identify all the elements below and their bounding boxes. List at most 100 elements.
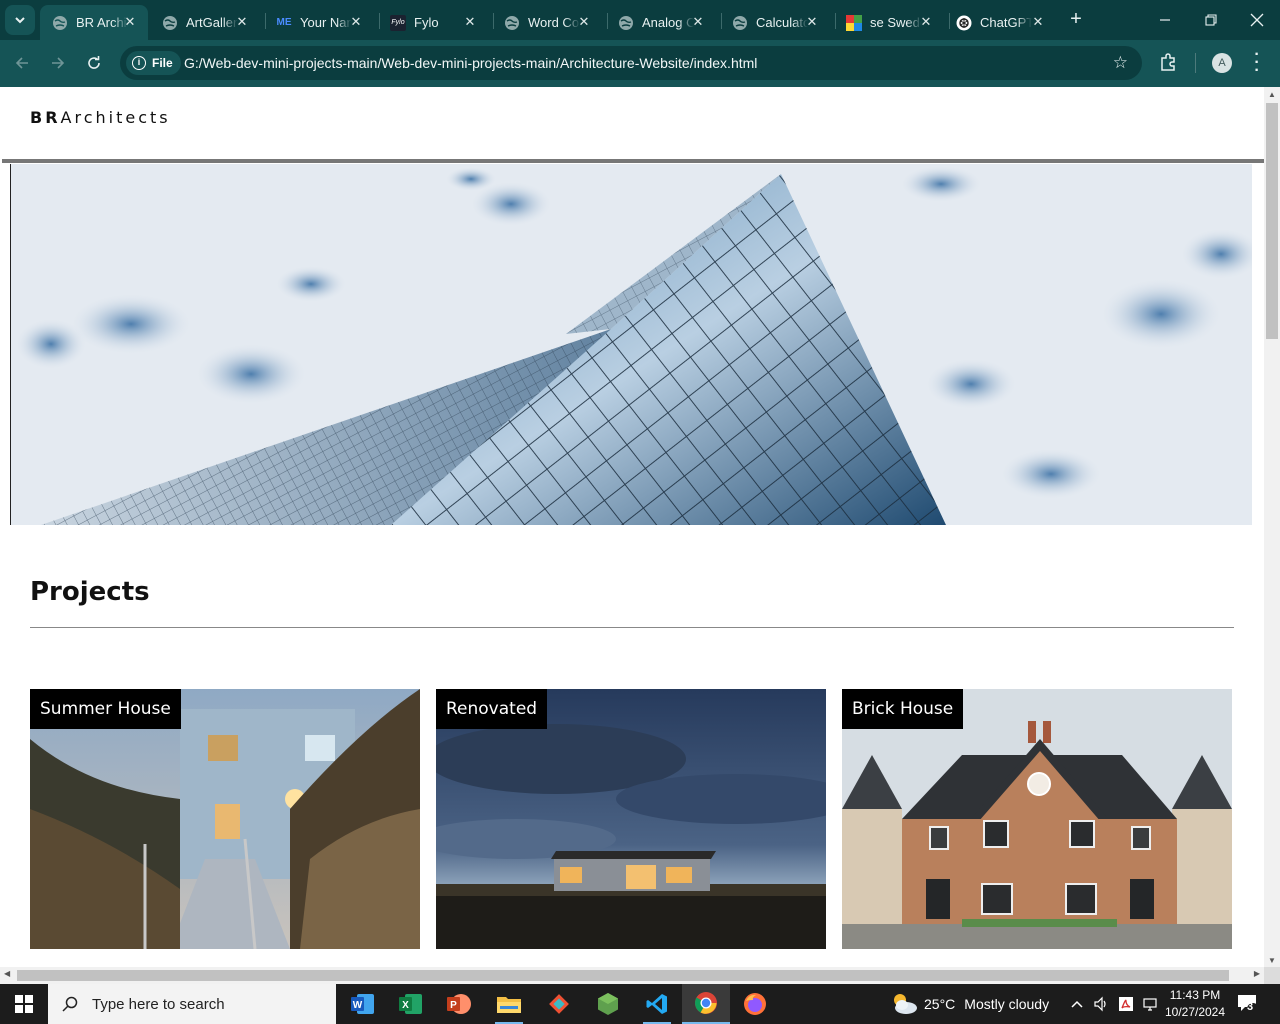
- search-placeholder: Type here to search: [92, 995, 225, 1013]
- hero-image: [10, 164, 1252, 525]
- start-button[interactable]: [0, 984, 48, 1024]
- profile-avatar[interactable]: A: [1212, 53, 1232, 73]
- site-logo[interactable]: BRArchitects: [30, 108, 171, 127]
- tab-title: Calculator: [756, 15, 808, 30]
- tab-title: Fylo: [414, 15, 439, 30]
- system-clock[interactable]: 11:43 PM 10/27/2024: [1160, 987, 1230, 1021]
- tab-title: Word Counter: [528, 15, 580, 30]
- close-tab-icon[interactable]: ✕: [1030, 14, 1046, 30]
- projects-heading: Projects: [30, 577, 150, 607]
- powerpoint-icon[interactable]: P: [435, 984, 483, 1024]
- word-icon[interactable]: W: [339, 984, 387, 1024]
- puzzle-icon: [1161, 53, 1175, 71]
- vertical-scroll-thumb[interactable]: [1266, 103, 1278, 339]
- colorful-grid-icon: [846, 14, 862, 31]
- me-logo-icon: ME: [276, 17, 292, 28]
- project-card-summer-house[interactable]: Summer House: [30, 689, 420, 949]
- close-window-button[interactable]: [1234, 0, 1280, 40]
- address-bar[interactable]: i File G:/Web-dev-mini-projects-main/Web…: [120, 46, 1142, 80]
- close-tab-icon[interactable]: ✕: [804, 14, 820, 30]
- scroll-down-arrow-icon[interactable]: ▼: [1267, 956, 1277, 965]
- back-button[interactable]: [9, 50, 35, 76]
- tab-your-name[interactable]: ME Your Name ✕: [264, 5, 374, 40]
- minimize-button[interactable]: [1142, 0, 1188, 40]
- projects-divider: [30, 627, 1234, 628]
- tab-calculator[interactable]: Calculator ✕: [720, 5, 830, 40]
- show-hidden-icons-button[interactable]: [1070, 984, 1084, 1024]
- network-icon[interactable]: [1142, 984, 1158, 1024]
- scrollbar-corner: [1264, 967, 1280, 984]
- reload-button[interactable]: [81, 50, 107, 76]
- project-card-renovated[interactable]: Renovated: [436, 689, 826, 949]
- tab-br-architects[interactable]: BR Architects ✕: [40, 5, 148, 40]
- excel-icon[interactable]: X: [387, 984, 435, 1024]
- volume-icon[interactable]: [1093, 984, 1109, 1024]
- nodejs-icon[interactable]: [584, 984, 632, 1024]
- restore-icon: [1205, 14, 1217, 26]
- horizontal-scrollbar[interactable]: ◀ ▶: [0, 967, 1264, 984]
- chrome-icon[interactable]: [682, 984, 730, 1024]
- project-label: Summer House: [30, 689, 181, 729]
- tab-search-button[interactable]: [5, 5, 35, 35]
- tab-title: Your Name: [300, 15, 352, 30]
- windows-logo-icon: [15, 995, 33, 1013]
- site-info-label: File: [152, 56, 173, 70]
- close-tab-icon[interactable]: ✕: [348, 14, 364, 30]
- chevron-down-icon: [15, 17, 25, 24]
- tab-fylo[interactable]: Fylo Fylo ✕: [378, 5, 488, 40]
- globe-icon: [618, 15, 634, 31]
- globe-icon: [162, 15, 178, 31]
- firefox-icon[interactable]: [731, 984, 779, 1024]
- vertical-scrollbar[interactable]: ▲ ▼: [1264, 87, 1280, 967]
- more-menu-icon[interactable]: · · ·: [1250, 47, 1264, 79]
- notification-center-button[interactable]: 3: [1236, 992, 1260, 1021]
- tab-chatgpt[interactable]: ChatGPT ✕: [944, 5, 1056, 40]
- pdf-reader-tray-icon[interactable]: [1118, 984, 1134, 1024]
- site-info-chip[interactable]: i File: [126, 51, 181, 75]
- vscode-icon[interactable]: [633, 984, 681, 1024]
- extensions-button[interactable]: [1158, 52, 1178, 77]
- taskbar-search-box[interactable]: Type here to search: [48, 984, 336, 1024]
- search-icon: [62, 996, 78, 1012]
- browser-tab-strip: BR Architects ✕ ArtGallery ✕ ME Your Nam…: [0, 0, 1280, 40]
- globe-icon: [732, 15, 748, 31]
- close-tab-icon[interactable]: ✕: [918, 14, 934, 30]
- svg-text:W: W: [353, 1000, 363, 1011]
- close-tab-icon[interactable]: ✕: [462, 14, 478, 30]
- svg-text:X: X: [402, 1000, 409, 1011]
- horizontal-scroll-thumb[interactable]: [17, 970, 1229, 981]
- svg-text:P: P: [450, 1000, 457, 1011]
- tab-word-counter[interactable]: Word Counter ✕: [492, 5, 602, 40]
- globe-icon: [52, 15, 68, 31]
- tab-analog-clock[interactable]: Analog Clock ✕: [606, 5, 716, 40]
- reload-icon: [88, 56, 100, 69]
- arrow-right-icon: [52, 57, 65, 69]
- git-icon[interactable]: [535, 984, 583, 1024]
- tab-title: se Sweden: [870, 15, 922, 30]
- close-tab-icon[interactable]: ✕: [234, 14, 250, 30]
- clock-time: 11:43 PM: [1169, 988, 1221, 1002]
- forward-button[interactable]: [45, 50, 71, 76]
- project-label: Brick House: [842, 689, 964, 729]
- project-card-brick-house[interactable]: Brick House: [842, 689, 1232, 949]
- tab-sweden[interactable]: se Sweden ✕: [834, 5, 944, 40]
- close-tab-icon[interactable]: ✕: [576, 14, 592, 30]
- tab-artgallery[interactable]: ArtGallery ✕: [150, 5, 260, 40]
- weather-widget[interactable]: 25°C Mostly cloudy: [890, 984, 1049, 1024]
- tab-title: BR Architects: [76, 15, 128, 30]
- minimize-icon: [1160, 19, 1170, 21]
- clock-date: 10/27/2024: [1164, 1005, 1226, 1019]
- close-tab-icon[interactable]: ✕: [690, 14, 706, 30]
- scroll-up-arrow-icon[interactable]: ▲: [1267, 90, 1277, 99]
- globe-icon: [504, 15, 520, 31]
- scroll-right-arrow-icon[interactable]: ▶: [1254, 969, 1260, 978]
- bookmark-star-icon[interactable]: ☆: [1113, 53, 1128, 73]
- new-tab-button[interactable]: +: [1064, 8, 1088, 32]
- scroll-left-arrow-icon[interactable]: ◀: [4, 969, 10, 978]
- page-viewport: BRArchitects Projects Summer House Renov…: [0, 87, 1264, 967]
- url-text[interactable]: G:/Web-dev-mini-projects-main/Web-dev-mi…: [184, 55, 757, 71]
- restore-button[interactable]: [1188, 0, 1234, 40]
- tab-title: ArtGallery: [186, 15, 238, 30]
- close-tab-icon[interactable]: ✕: [122, 14, 138, 30]
- file-explorer-icon[interactable]: [485, 984, 533, 1024]
